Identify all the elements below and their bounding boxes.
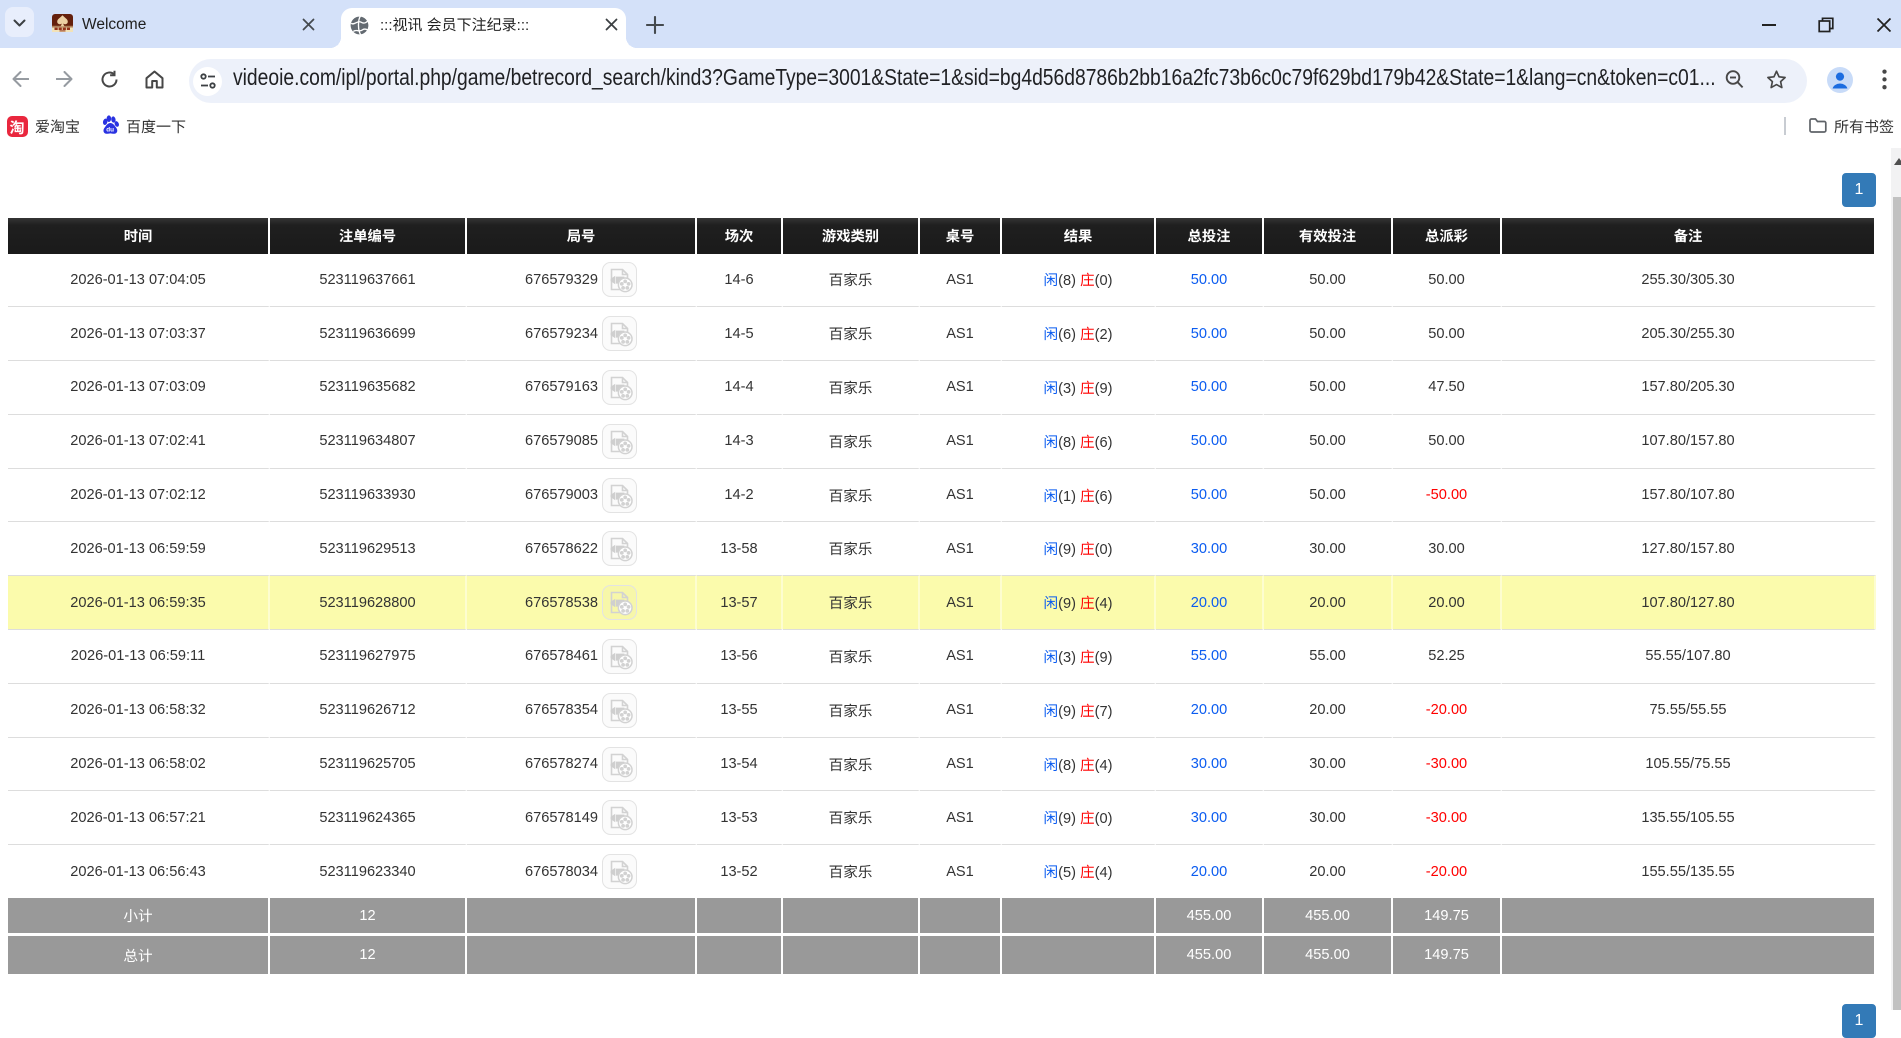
svg-text:du: du	[106, 126, 114, 133]
